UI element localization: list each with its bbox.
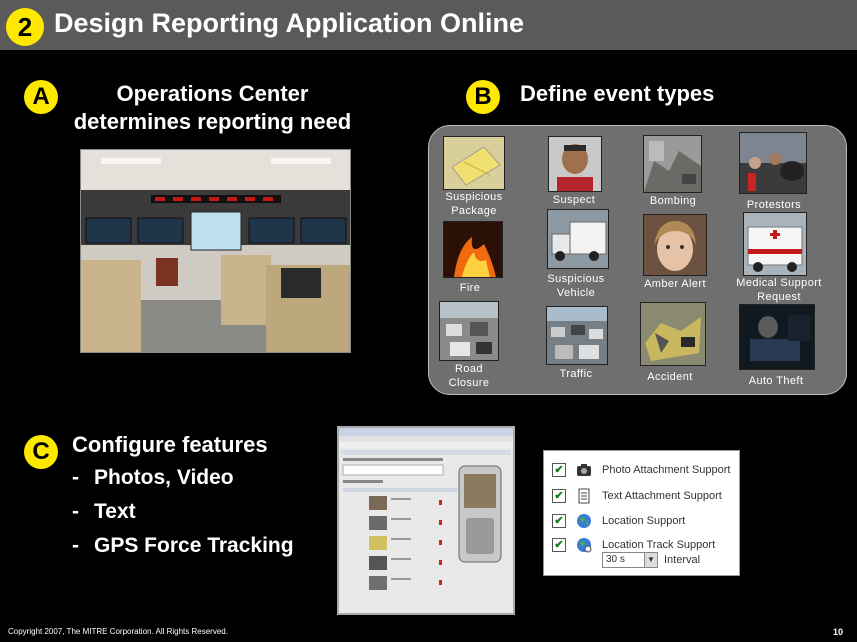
event-label: Traffic xyxy=(559,368,593,380)
globe-icon xyxy=(577,514,591,528)
option-label: Location Track Support xyxy=(602,539,716,551)
event-label: Fire xyxy=(459,282,481,294)
event-label: Suspect xyxy=(552,194,596,206)
section-a-heading-line1: Operations Center xyxy=(116,81,309,106)
option-location: ✔ Location Support xyxy=(552,512,685,530)
document-icon xyxy=(578,488,590,504)
feature-bullet: - GPS Force Tracking xyxy=(72,534,294,557)
camera-icon xyxy=(577,464,591,476)
configuration-app-screenshot xyxy=(337,426,515,615)
fire-image xyxy=(443,221,503,278)
event-label: Auto Theft xyxy=(748,375,804,387)
suspicious-vehicle-image xyxy=(547,209,609,269)
section-c-badge: C xyxy=(24,435,58,469)
traffic-image xyxy=(546,306,608,365)
amber-alert-image xyxy=(643,214,707,276)
event-label: Amber Alert xyxy=(644,278,706,290)
text-attachment-checkbox[interactable]: ✔ xyxy=(552,489,566,503)
option-label: Photo Attachment Support xyxy=(602,464,731,476)
event-types-panel: Suspicious Package Suspect Bombing Protes… xyxy=(428,125,847,395)
section-a-heading: Operations Center determines reporting n… xyxy=(50,80,375,136)
protestors-image xyxy=(739,132,807,194)
event-label: Accident xyxy=(647,371,693,383)
road-closure-image xyxy=(439,301,499,361)
event-label: Bombing xyxy=(649,195,697,207)
feature-options-panel: ✔ Photo Attachment Support ✔ Text Attach… xyxy=(543,450,740,576)
copyright-footer: Copyright 2007, The MITRE Corporation. A… xyxy=(8,627,228,636)
accident-image xyxy=(640,302,706,366)
slide-number-badge: 2 xyxy=(6,8,44,46)
section-b-heading: Define event types xyxy=(520,81,715,106)
page-number: 10 xyxy=(833,627,844,637)
interval-select[interactable]: 30 s xyxy=(602,552,645,568)
photo-attachment-checkbox[interactable]: ✔ xyxy=(552,463,566,477)
location-track-checkbox[interactable]: ✔ xyxy=(552,538,566,552)
location-checkbox[interactable]: ✔ xyxy=(552,514,566,528)
option-photo-attachment: ✔ Photo Attachment Support xyxy=(552,461,730,479)
section-a-heading-line2: determines reporting need xyxy=(73,109,352,134)
medical-support-image xyxy=(743,212,807,276)
section-b-badge: B xyxy=(466,80,500,114)
chevron-down-icon[interactable]: ▼ xyxy=(645,552,658,568)
event-label: Suspicious Package xyxy=(445,191,503,217)
event-label: Medical Support Request xyxy=(736,277,822,303)
auto-theft-image xyxy=(739,304,815,370)
feature-bullet: - Photos, Video xyxy=(72,466,234,489)
suspicious-package-image xyxy=(443,136,505,190)
option-label: Location Support xyxy=(602,515,686,527)
globe-track-icon xyxy=(577,538,592,553)
suspect-image xyxy=(548,136,602,192)
operations-center-photo xyxy=(80,149,351,353)
option-label: Text Attachment Support xyxy=(602,490,722,502)
bombing-image xyxy=(643,135,702,193)
event-label: Protestors xyxy=(746,199,802,211)
event-label: Road Closure xyxy=(448,363,490,389)
feature-bullet: - Text xyxy=(72,500,136,523)
option-text-attachment: ✔ Text Attachment Support xyxy=(552,487,722,505)
interval-label: Interval xyxy=(664,554,701,566)
section-c-heading: Configure features xyxy=(72,432,268,457)
event-label: Suspicious Vehicle xyxy=(547,273,605,299)
title-bar: 2 Design Reporting Application Online xyxy=(0,0,857,50)
interval-control: 30 s ▼ Interval xyxy=(602,552,700,568)
slide-title: Design Reporting Application Online xyxy=(54,8,525,38)
